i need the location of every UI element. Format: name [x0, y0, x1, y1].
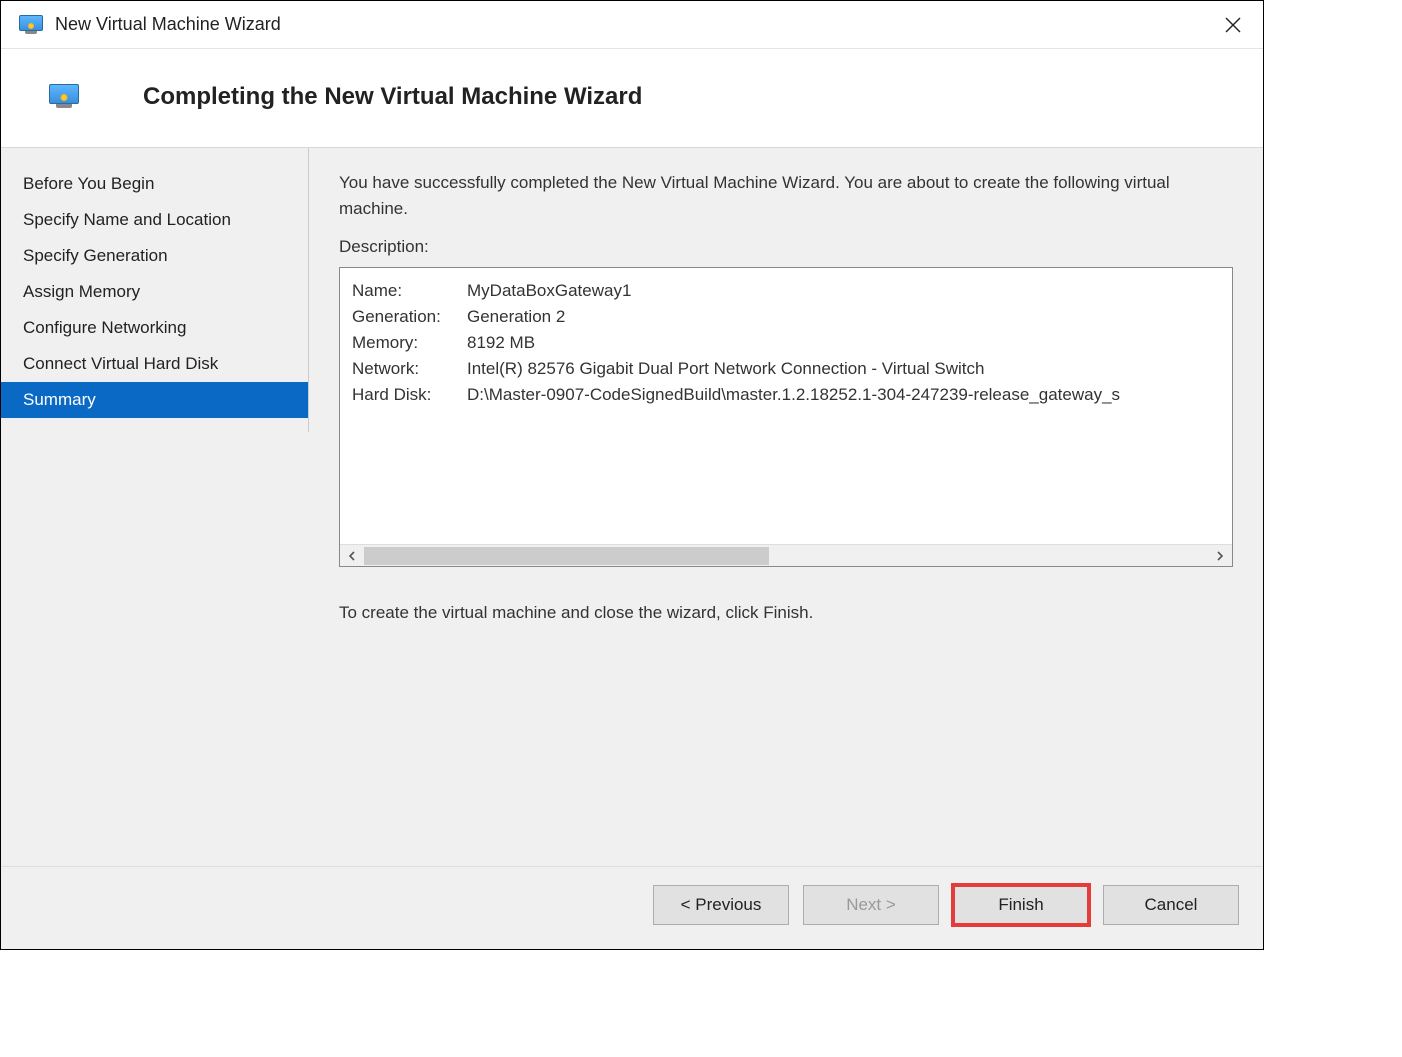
description-label: Description: [339, 237, 1233, 257]
next-button: Next > [803, 885, 939, 925]
scrollbar-thumb[interactable] [364, 547, 769, 565]
scrollbar-track[interactable] [364, 545, 1208, 566]
summary-box: Name: MyDataBoxGateway1 Generation: Gene… [339, 267, 1233, 567]
previous-button[interactable]: < Previous [653, 885, 789, 925]
step-summary[interactable]: Summary [1, 382, 308, 418]
step-specify-name-location[interactable]: Specify Name and Location [1, 202, 308, 238]
scroll-left-icon[interactable] [340, 545, 364, 567]
footer: < Previous Next > Finish Cancel [1, 866, 1263, 949]
summary-key: Generation: [352, 307, 467, 327]
summary-value: D:\Master-0907-CodeSignedBuild\master.1.… [467, 385, 1120, 405]
close-button[interactable] [1213, 5, 1253, 45]
step-configure-networking[interactable]: Configure Networking [1, 310, 308, 346]
summary-value: 8192 MB [467, 333, 535, 353]
summary-key: Name: [352, 281, 467, 301]
cancel-button[interactable]: Cancel [1103, 885, 1239, 925]
horizontal-scrollbar[interactable] [340, 544, 1232, 566]
scroll-right-icon[interactable] [1208, 545, 1232, 567]
header: Completing the New Virtual Machine Wizar… [1, 49, 1263, 148]
summary-key: Hard Disk: [352, 385, 467, 405]
summary-value: MyDataBoxGateway1 [467, 281, 631, 301]
summary-row: Memory: 8192 MB [352, 330, 1220, 356]
summary-row: Network: Intel(R) 82576 Gigabit Dual Por… [352, 356, 1220, 382]
step-specify-generation[interactable]: Specify Generation [1, 238, 308, 274]
step-connect-vhd[interactable]: Connect Virtual Hard Disk [1, 346, 308, 382]
window-title: New Virtual Machine Wizard [55, 14, 1213, 35]
intro-text: You have successfully completed the New … [339, 170, 1233, 221]
summary-row: Generation: Generation 2 [352, 304, 1220, 330]
vm-icon [49, 84, 79, 110]
body: Before You Begin Specify Name and Locati… [1, 148, 1263, 866]
close-icon [1225, 17, 1241, 33]
finish-button[interactable]: Finish [953, 885, 1089, 925]
step-assign-memory[interactable]: Assign Memory [1, 274, 308, 310]
summary-rows: Name: MyDataBoxGateway1 Generation: Gene… [340, 268, 1232, 544]
summary-row: Hard Disk: D:\Master-0907-CodeSignedBuil… [352, 382, 1220, 408]
summary-value: Generation 2 [467, 307, 565, 327]
summary-value: Intel(R) 82576 Gigabit Dual Port Network… [467, 359, 984, 379]
page-title: Completing the New Virtual Machine Wizar… [143, 83, 642, 111]
summary-row: Name: MyDataBoxGateway1 [352, 278, 1220, 304]
step-before-you-begin[interactable]: Before You Begin [1, 166, 308, 202]
summary-key: Memory: [352, 333, 467, 353]
content-pane: You have successfully completed the New … [309, 148, 1263, 866]
titlebar: New Virtual Machine Wizard [1, 1, 1263, 49]
closing-text: To create the virtual machine and close … [339, 603, 1233, 623]
wizard-steps: Before You Begin Specify Name and Locati… [1, 148, 309, 432]
app-icon [19, 15, 43, 35]
summary-key: Network: [352, 359, 467, 379]
